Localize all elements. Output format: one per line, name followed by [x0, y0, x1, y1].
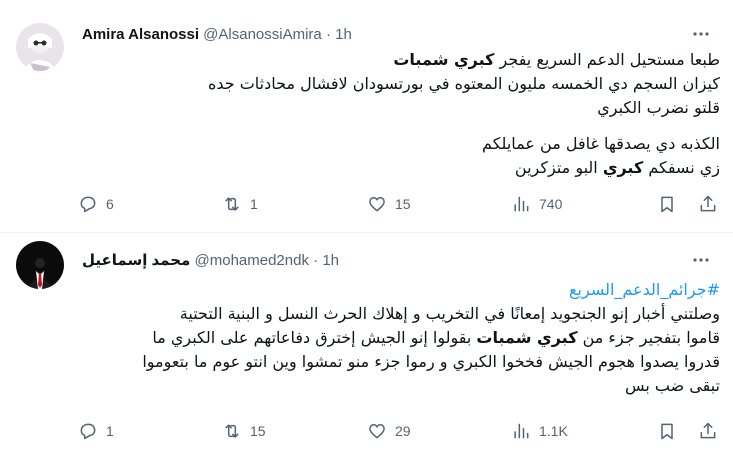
like-button[interactable]: 29: [367, 419, 411, 443]
heart-icon: [369, 197, 385, 212]
avatar-image: [16, 241, 64, 289]
bookmark-icon: [661, 196, 673, 213]
share-button[interactable]: [698, 419, 718, 443]
retweet-count: 1: [250, 196, 258, 212]
retweet-button[interactable]: 1: [222, 192, 258, 216]
avatar[interactable]: [16, 241, 64, 289]
like-count: 15: [395, 196, 411, 212]
tweet-line: وصلتني أخبار إنو الجنجويد إمعانًا في الت…: [179, 304, 720, 323]
bold-phrase: كبري: [602, 158, 644, 177]
more-icon[interactable]: [691, 24, 711, 49]
author-name[interactable]: Amira Alsanossi: [82, 26, 199, 43]
separator-dot: ·: [325, 26, 331, 43]
heart-icon: [369, 424, 385, 439]
tweet-line: زي نسفكم كبري البو متزكرين: [514, 158, 720, 177]
views-button[interactable]: 740: [511, 192, 562, 216]
views-count: 740: [539, 196, 563, 212]
tweet-line: قلتو نضرب الكبري: [597, 98, 720, 117]
tweet-line: قدروا يصدوا هجوم الجيش فخخوا الكبري و رم…: [142, 352, 720, 371]
tweet-header: محمد إسماعيل @mohamed2ndk · 1h: [82, 251, 339, 271]
views-icon: [514, 196, 529, 212]
hashtag-link[interactable]: #جرائم_الدعم_السريع: [150, 278, 720, 302]
reply-icon: [80, 196, 96, 213]
timestamp[interactable]: 1h: [322, 252, 339, 269]
retweet-icon: [225, 424, 239, 438]
retweet-button[interactable]: 15: [222, 419, 266, 443]
author-handle[interactable]: @AlsanossiAmira: [203, 26, 322, 43]
tweet-line: كيزان السجم دي الخمسه مليون المعتوه في ب…: [207, 74, 720, 93]
share-icon: [700, 195, 716, 212]
tweet-line: تبقى ضب بس: [624, 376, 720, 395]
share-icon: [700, 422, 716, 439]
author-name[interactable]: محمد إسماعيل: [82, 252, 190, 269]
tweet-header: Amira Alsanossi @AlsanossiAmira · 1h: [82, 25, 352, 45]
tweet-text: #جرائم_الدعم_السريع وصلتني أخبار إنو الج…: [142, 278, 720, 398]
reply-count: 6: [106, 196, 114, 212]
reply-count: 1: [106, 423, 114, 439]
author-handle[interactable]: @mohamed2ndk: [195, 252, 309, 269]
avatar-image: [16, 23, 64, 71]
views-count: 1.1K: [539, 423, 568, 439]
bookmark-icon: [661, 423, 673, 440]
tweet-line: طبعا مستحيل الدعم السريع يفجر كبري شمبات: [393, 50, 720, 69]
bold-phrase: كبري شمبات: [476, 328, 578, 347]
more-icon[interactable]: [691, 250, 711, 275]
bold-phrase: كبري شمبات: [393, 50, 495, 69]
tweet-actions: 6 1 15 740: [78, 192, 728, 216]
share-button[interactable]: [698, 192, 718, 216]
tweet-line: الكذبه دي يصدقها غافل من عمايلكم: [482, 134, 720, 153]
bookmark-button[interactable]: [657, 192, 677, 216]
separator-dot: ·: [313, 252, 319, 269]
tweet-line: قاموا بتفجير جزء من كبري شمبات بقولوا إن…: [152, 328, 720, 347]
tweet[interactable]: محمد إسماعيل @mohamed2ndk · 1h #جرائم_ال…: [0, 233, 733, 453]
reply-button[interactable]: 6: [78, 192, 114, 216]
tweet-text: طبعا مستحيل الدعم السريع يفجر كبري شمبات…: [150, 48, 720, 180]
tweet-actions: 1 15 29 1.1K: [78, 419, 728, 443]
bookmark-button[interactable]: [657, 419, 677, 443]
timestamp[interactable]: 1h: [335, 26, 352, 43]
reply-icon: [80, 423, 96, 440]
retweet-icon: [225, 197, 239, 211]
views-icon: [514, 423, 529, 439]
reply-button[interactable]: 1: [78, 419, 114, 443]
like-count: 29: [395, 423, 411, 439]
like-button[interactable]: 15: [367, 192, 411, 216]
avatar[interactable]: [16, 23, 64, 71]
retweet-count: 15: [250, 423, 266, 439]
tweet[interactable]: Amira Alsanossi @AlsanossiAmira · 1h طبع…: [0, 0, 733, 233]
views-button[interactable]: 1.1K: [511, 419, 568, 443]
